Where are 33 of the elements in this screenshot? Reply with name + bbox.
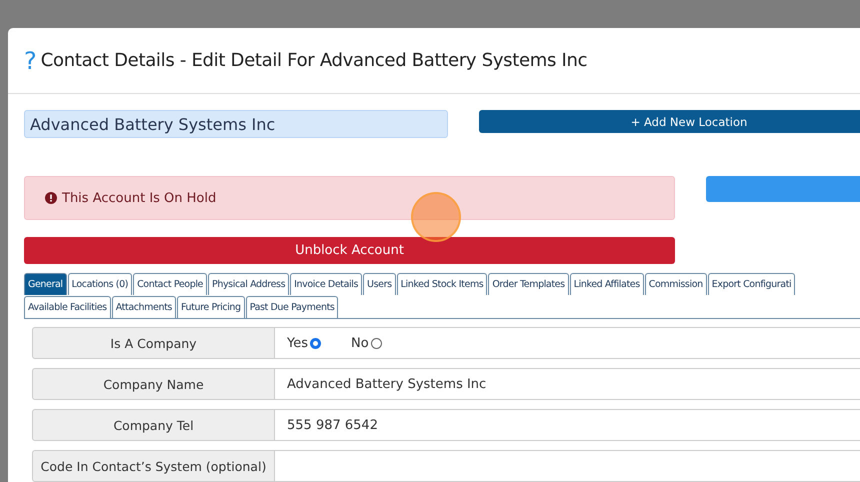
exclamation-icon bbox=[45, 192, 57, 204]
alert-message: This Account Is On Hold bbox=[62, 190, 216, 206]
modal-title: Contact Details - Edit Detail For Advanced Battery Systems Inc bbox=[40, 50, 588, 71]
tab[interactable]: Future Pricing bbox=[176, 296, 245, 318]
tab[interactable]: Locations (0) bbox=[68, 273, 132, 295]
tab[interactable]: Order Templates bbox=[488, 273, 569, 295]
tab[interactable]: Users bbox=[363, 273, 396, 295]
tab[interactable]: Linked Affilates bbox=[570, 273, 644, 295]
tab[interactable]: Linked Stock Items bbox=[396, 273, 488, 295]
tab[interactable]: Invoice Details bbox=[290, 273, 362, 295]
click-indicator bbox=[411, 192, 461, 242]
tab[interactable]: Commission bbox=[644, 273, 707, 295]
account-name-field[interactable]: Advanced Battery Systems Inc bbox=[24, 110, 448, 138]
field-label: Company Tel bbox=[32, 409, 275, 441]
tab[interactable]: Export Configurati bbox=[708, 273, 796, 295]
radio-button[interactable] bbox=[310, 338, 321, 348]
text-field[interactable]: 555 987 6542 bbox=[275, 409, 860, 441]
add-new-location-button[interactable]: + Add New Location bbox=[479, 110, 860, 133]
field-label: Company Name bbox=[32, 368, 275, 400]
field-label: Code In Contact’s System (optional) bbox=[32, 450, 275, 482]
tab[interactable]: Physical Address bbox=[208, 273, 290, 295]
text-field[interactable] bbox=[275, 450, 860, 482]
tab[interactable]: Attachments bbox=[112, 296, 176, 318]
radio-option[interactable]: No bbox=[351, 336, 382, 350]
tab[interactable]: Contact People bbox=[133, 273, 208, 295]
unblock-account-button[interactable]: Unblock Account bbox=[24, 237, 675, 264]
radio-option[interactable]: Yes bbox=[287, 336, 321, 350]
field-label: Is A Company bbox=[32, 327, 275, 359]
text-field[interactable]: Advanced Battery Systems Inc bbox=[275, 368, 860, 400]
tab[interactable]: Available Facilities bbox=[24, 296, 111, 318]
radio-button[interactable] bbox=[370, 338, 382, 348]
tab[interactable]: Past Due Payments bbox=[246, 296, 338, 318]
tab[interactable]: General bbox=[24, 273, 67, 295]
